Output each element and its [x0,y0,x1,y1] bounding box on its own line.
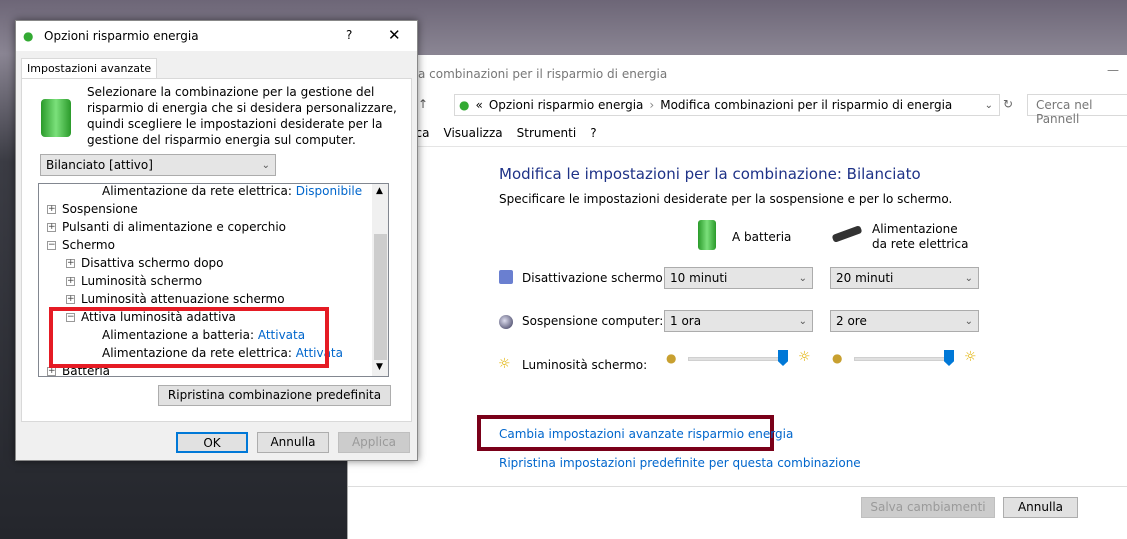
menu-view[interactable]: Visualizza [444,126,503,140]
expand-icon: + [66,276,75,286]
expand-icon: + [47,366,56,376]
chevron-down-icon[interactable]: ⌄ [985,100,993,111]
battery-plug-icon [41,99,71,137]
tree-item-sleep[interactable]: + Sospensione [47,202,138,220]
power-plan-window: a combinazioni per il risparmio di energ… [347,55,1127,539]
tree-item: Alimentazione da rete elettrica: Disponi… [102,184,363,198]
minimize-button[interactable]: — [1107,63,1119,77]
tree-item-display-off[interactable]: + Disattiva schermo dopo [66,256,224,274]
tab-advanced-settings[interactable]: Impostazioni avanzate [21,58,158,79]
restore-plan-button[interactable]: Ripristina combinazione predefinita [158,385,391,406]
breadcrumb-power-options[interactable]: Opzioni risparmio energia [489,98,644,112]
brightness-sun-icon: ☼ [498,356,511,372]
expand-icon: + [66,258,75,268]
display-clock-icon [499,270,513,284]
power-options-icon: ● [459,98,470,112]
tree-item-display[interactable]: − Schermo [47,238,115,256]
breadcrumb-chevron-icon: › [649,98,655,112]
plug-icon [831,225,863,243]
scroll-up-icon[interactable]: ▲ [376,186,383,196]
ok-button[interactable]: OK [176,432,248,453]
expand-icon: + [66,294,75,304]
close-icon[interactable]: ✕ [388,26,401,44]
col-battery-label: A batteria [732,230,792,244]
col-ac-label: Alimentazione da rete elettrica [872,222,969,251]
expand-icon: + [47,204,56,214]
breadcrumb-sep: « [475,98,483,112]
advanced-settings-link[interactable]: Cambia impostazioni avanzate risparmio e… [499,427,793,441]
display-off-ac-select[interactable]: 20 minuti ⌄ [830,267,979,289]
save-changes-button[interactable]: Salva cambiamenti [861,497,995,518]
dim-icon: ● [832,351,843,365]
scrollbar-thumb[interactable] [374,234,387,360]
menu-tools[interactable]: Strumenti [517,126,577,140]
sleep-battery-select[interactable]: 1 ora ⌄ [664,310,813,332]
menu-bar: fica Visualizza Strumenti ? [408,126,597,140]
up-arrow-icon[interactable]: ↑ [418,97,428,111]
brightness-label: Luminosità schermo: [522,358,648,372]
restore-defaults-link[interactable]: Ripristina impostazioni predefinite per … [499,456,861,470]
refresh-icon[interactable]: ↻ [1003,97,1013,111]
collapse-icon: − [47,240,56,250]
apply-button[interactable]: Applica [338,432,410,453]
display-off-battery-select[interactable]: 10 minuti ⌄ [664,267,813,289]
scroll-down-icon[interactable]: ▼ [376,362,383,372]
search-input[interactable]: Cerca nel Pannell [1027,94,1127,126]
address-bar[interactable]: ● « Opzioni risparmio energia › Modifica… [454,94,1000,116]
plan-select[interactable]: Bilanciato [attivo] ⌄ [40,154,276,176]
highlight-box [49,307,329,368]
menu-help[interactable]: ? [590,126,596,140]
power-options-dialog: Opzioni risparmio energia ● ? ✕ Impostaz… [15,20,418,461]
page-title: Modifica le impostazioni per la combinaz… [499,165,921,183]
bright-icon: ☼ [798,349,811,365]
tree-item-brightness[interactable]: + Luminosità schermo [66,274,202,292]
cancel-button[interactable]: Annulla [1003,497,1078,518]
sleep-moon-icon [499,315,513,329]
sleep-ac-select[interactable]: 2 ore ⌄ [830,310,979,332]
bright-icon: ☼ [964,349,977,365]
dialog-description: Selezionare la combinazione per la gesti… [87,85,397,147]
sleep-label: Sospensione computer: [522,314,664,328]
display-off-label: Disattivazione schermo: [522,271,667,285]
power-options-icon: ● [23,29,34,43]
dialog-title: Opzioni risparmio energia [16,21,417,51]
window-title: a combinazioni per il risparmio di energ… [418,67,668,81]
brightness-battery-slider[interactable] [688,350,788,370]
page-subtitle: Specificare le impostazioni desiderate p… [499,192,953,206]
tree-item-buttons[interactable]: + Pulsanti di alimentazione e coperchio [47,220,286,238]
battery-icon [698,220,716,250]
help-button[interactable]: ? [346,28,352,42]
cancel-button[interactable]: Annulla [257,432,329,453]
brightness-ac-slider[interactable] [854,350,954,370]
breadcrumb-edit-plans[interactable]: Modifica combinazioni per il risparmio d… [660,98,952,112]
expand-icon: + [47,222,56,232]
dim-icon: ● [666,351,677,365]
